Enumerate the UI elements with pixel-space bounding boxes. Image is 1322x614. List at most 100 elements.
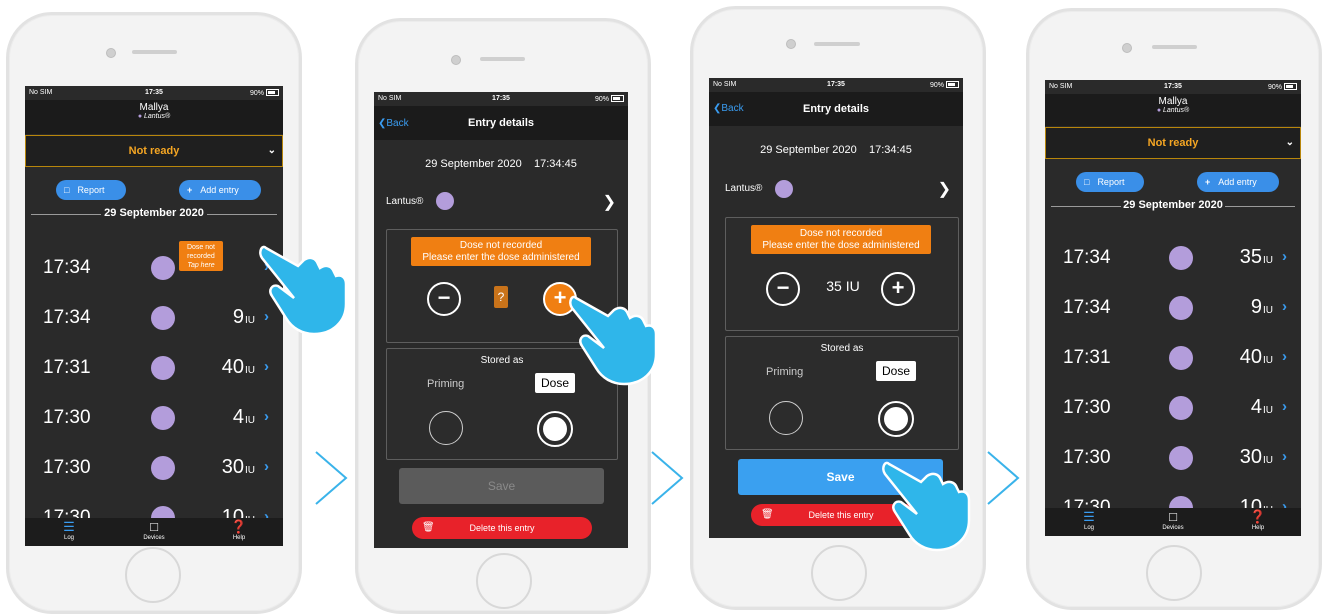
entry-time: 17:34: [43, 257, 91, 278]
priming-radio[interactable]: [429, 411, 463, 445]
list-item[interactable]: 17:30 30IU ›: [1045, 435, 1301, 481]
screen-log: No SIM 17:35 90% Mallya ● Lantus® Not re…: [25, 86, 283, 546]
status-bar: No SIM 17:35 90%: [1045, 80, 1301, 94]
dose-number: 30: [1239, 446, 1262, 468]
entry-dose: 30IU: [1240, 446, 1273, 469]
list-item[interactable]: 17:30 4IU ›: [1045, 385, 1301, 431]
report-button[interactable]: □ Report: [1076, 172, 1144, 192]
dose-not-recorded-badge[interactable]: Dose not recorded Tap here: [179, 241, 223, 271]
add-entry-button[interactable]: + Add entry: [179, 180, 261, 200]
battery-icon: [1284, 83, 1297, 90]
entry-time: 17:30: [43, 457, 91, 478]
dose-unit: IU: [1263, 455, 1273, 466]
phone-frame-4: No SIM 17:35 90% Mallya ● Lantus® Not re…: [1026, 8, 1322, 610]
list-item[interactable]: 17:34 35IU ›: [1045, 235, 1301, 281]
back-button[interactable]: ❮Back: [713, 103, 744, 114]
pointing-hand-icon: [882, 461, 971, 552]
entry-time: 17:30: [1063, 397, 1111, 418]
battery-label: 90%: [930, 81, 959, 89]
devices-icon: □: [1169, 509, 1177, 524]
dose-number: 40: [221, 356, 244, 378]
increase-dose-button[interactable]: +: [881, 272, 915, 306]
list-icon: ☰: [1083, 509, 1095, 524]
insulin-dot: [1169, 346, 1193, 370]
insulin-row[interactable]: Lantus® ❯: [709, 177, 963, 201]
list-item[interactable]: 17:30 30IU ›: [25, 445, 283, 491]
clock-label: 17:35: [827, 81, 845, 88]
readiness-dropdown[interactable]: Not ready ⌄: [1045, 127, 1301, 159]
entry-dose: 35IU: [1240, 246, 1273, 269]
decrease-dose-button[interactable]: −: [427, 282, 461, 316]
tab-devices[interactable]: □ Devices: [1143, 508, 1203, 531]
decrease-dose-button[interactable]: −: [766, 272, 800, 306]
plus-circle-icon: +: [891, 275, 905, 300]
priming-label: Priming: [766, 366, 804, 378]
page-title: Entry details: [802, 103, 870, 115]
status-bar: No SIM 17:35 90%: [25, 86, 283, 100]
insulin-row[interactable]: Lantus® ❯: [374, 190, 628, 214]
battery-label: 90%: [250, 89, 279, 97]
chevron-right-icon: ›: [264, 408, 269, 425]
list-item[interactable]: 17:34 9IU ›: [1045, 285, 1301, 331]
list-item[interactable]: 17:34 ›: [25, 245, 283, 291]
entry-time: 17:34: [1063, 247, 1111, 268]
dose-number: 40: [1239, 346, 1262, 368]
entry-time: 17:30: [43, 407, 91, 428]
home-button: [125, 547, 181, 603]
dose-radio[interactable]: [878, 401, 914, 437]
list-item[interactable]: 17:31 40IU ›: [25, 345, 283, 391]
tab-help[interactable]: ❓ Help: [1228, 508, 1288, 531]
readiness-label: Not ready: [128, 145, 180, 157]
save-button[interactable]: Save: [399, 468, 604, 504]
report-icon: □: [64, 185, 70, 195]
dose-warning: Dose not recorded Please enter the dose …: [411, 237, 591, 266]
status-bar: No SIM 17:35 90%: [374, 92, 628, 106]
readiness-dropdown[interactable]: Not ready ⌄: [25, 135, 283, 167]
insulin-dot: [151, 306, 175, 330]
minus-circle-icon: −: [776, 275, 790, 300]
priming-radio[interactable]: [769, 401, 803, 435]
chevron-down-icon: ⌄: [1285, 137, 1294, 148]
home-button: [811, 545, 867, 601]
tab-log[interactable]: ☰ Log: [1059, 508, 1119, 531]
step-arrow-icon: [651, 451, 684, 505]
tab-help[interactable]: ❓ Help: [209, 518, 269, 541]
warning-line-2: Please enter the dose administered: [422, 252, 580, 263]
dose-number: 35: [1239, 246, 1262, 268]
step-arrow-icon: [987, 451, 1020, 505]
report-button[interactable]: □ Report: [56, 180, 126, 200]
delete-entry-button[interactable]: 🗑 Delete this entry: [412, 517, 592, 539]
entry-datetime: 29 September 2020 17:34:45: [709, 144, 963, 156]
entry-dose: 30IU: [222, 456, 255, 479]
list-item[interactable]: 17:30 4IU ›: [25, 395, 283, 441]
dose-number: 4: [1250, 396, 1262, 418]
dose-value: ?: [494, 286, 508, 308]
insulin-dot: [151, 406, 175, 430]
list-item[interactable]: 17:34 9IU ›: [25, 295, 283, 341]
dose-number: 9: [1250, 296, 1262, 318]
back-button[interactable]: ❮Back: [378, 118, 409, 129]
chevron-right-icon: ›: [1282, 398, 1287, 415]
insulin-dot: [775, 180, 793, 198]
chevron-right-icon: ›: [264, 458, 269, 475]
tab-devices[interactable]: □ Devices: [124, 518, 184, 541]
add-entry-button[interactable]: + Add entry: [1197, 172, 1279, 192]
list-item[interactable]: 17:31 40IU ›: [1045, 335, 1301, 381]
chevron-right-icon: ❯: [937, 181, 951, 198]
nav-bar: ❮Back Entry details: [709, 92, 963, 126]
report-icon: □: [1084, 177, 1090, 187]
dose-radio[interactable]: [537, 411, 573, 447]
entry-time: 17:30: [1063, 447, 1111, 468]
dose-unit: IU: [1263, 255, 1273, 266]
tab-log[interactable]: ☰ Log: [39, 518, 99, 541]
chevron-right-icon: ›: [1282, 448, 1287, 465]
entry-dose: 4IU: [1251, 396, 1273, 419]
warning-line-1: Dose not recorded: [459, 240, 543, 251]
readiness-label: Not ready: [1147, 137, 1199, 149]
entry-time: 17:34:45: [869, 144, 912, 156]
home-button: [1146, 545, 1202, 601]
dose-number: 30: [221, 456, 244, 478]
chevron-right-icon: ❯: [602, 194, 616, 211]
insulin-dot: [151, 356, 175, 380]
pointing-hand-icon: [259, 245, 348, 336]
